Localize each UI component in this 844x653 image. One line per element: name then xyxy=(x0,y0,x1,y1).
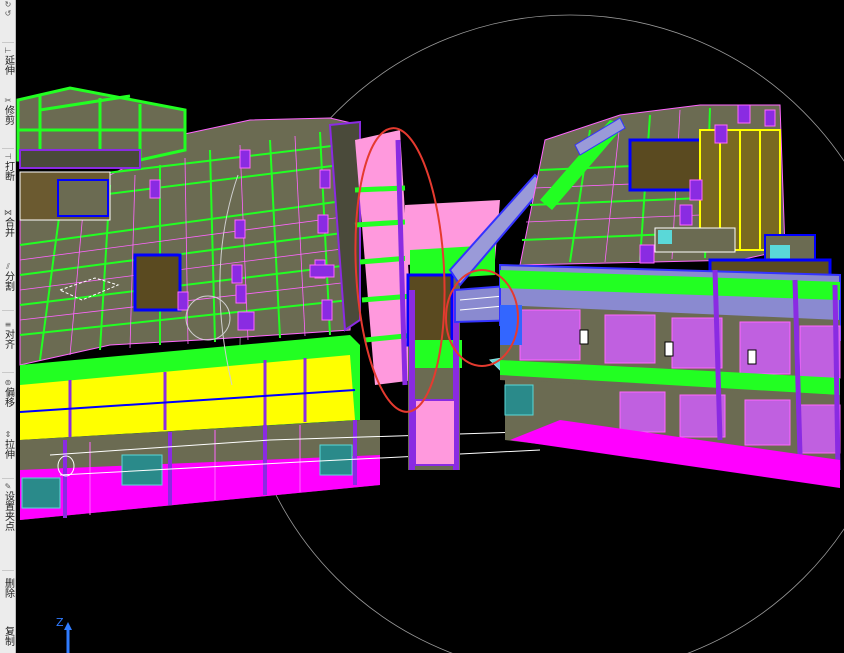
z-axis-label: Z xyxy=(56,616,64,629)
toolbar-separator xyxy=(2,148,14,149)
tool-offset-label: 偏移 xyxy=(2,387,14,407)
toolbar-separator xyxy=(2,42,14,43)
toolbar-separator xyxy=(2,372,14,373)
toolbar-separator xyxy=(2,478,14,479)
model-canvas[interactable]: Z xyxy=(16,0,844,653)
align-icon: ≡ xyxy=(4,320,12,329)
tool-split[interactable]: ⫽ 分割 xyxy=(0,262,15,291)
tool-trim[interactable]: ✂ 修剪 xyxy=(0,96,15,125)
extend-icon: ⊢ xyxy=(4,46,12,55)
tool-merge[interactable]: ⋈ 合并 xyxy=(0,208,15,237)
tool-merge-label: 合并 xyxy=(2,217,14,237)
toolbar-separator xyxy=(2,310,14,311)
undo-icon: ↻ xyxy=(4,0,12,9)
modify-toolbar: ↻ ↺ ⊢ 延伸 ✂ 修剪 ⊣ 打断 ⋈ 合并 ⫽ 分割 ≡ 对齐 ⊚ 偏移 ⇕… xyxy=(0,0,16,653)
stretch-icon: ⇕ xyxy=(4,430,12,439)
redo-icon: ↺ xyxy=(4,9,12,18)
tool-align-label: 对齐 xyxy=(2,329,14,349)
tool-break[interactable]: ⊣ 打断 xyxy=(0,152,15,181)
tool-offset[interactable]: ⊚ 偏移 xyxy=(0,378,15,407)
tool-copy[interactable]: 复制 xyxy=(0,626,15,646)
tool-break-label: 打断 xyxy=(2,161,14,181)
tool-grip-label: 设置夹点 xyxy=(2,491,14,531)
offset-icon: ⊚ xyxy=(4,378,12,387)
tool-align[interactable]: ≡ 对齐 xyxy=(0,320,15,349)
grip-icon: ✎ xyxy=(4,482,12,491)
tool-delete[interactable]: 删除 xyxy=(0,578,15,598)
tool-trim-label: 修剪 xyxy=(2,105,14,125)
tool-delete-label: 删除 xyxy=(2,578,14,598)
tool-copy-label: 复制 xyxy=(2,626,14,646)
tool-stretch-label: 拉伸 xyxy=(2,439,14,459)
tool-extend[interactable]: ⊢ 延伸 xyxy=(0,46,15,75)
merge-icon: ⋈ xyxy=(4,208,12,217)
break-icon: ⊣ xyxy=(4,152,12,161)
toolbar-separator xyxy=(2,570,14,571)
3d-model-viewport[interactable]: Z xyxy=(16,0,844,653)
trim-icon: ✂ xyxy=(4,96,12,105)
tool-extend-label: 延伸 xyxy=(2,55,14,75)
tool-grip[interactable]: ✎ 设置夹点 xyxy=(0,482,15,531)
tool-split-label: 分割 xyxy=(2,271,14,291)
toolbar-top-icon[interactable]: ↻ ↺ xyxy=(0,0,15,18)
tool-stretch[interactable]: ⇕ 拉伸 xyxy=(0,430,15,459)
split-icon: ⫽ xyxy=(6,262,10,271)
